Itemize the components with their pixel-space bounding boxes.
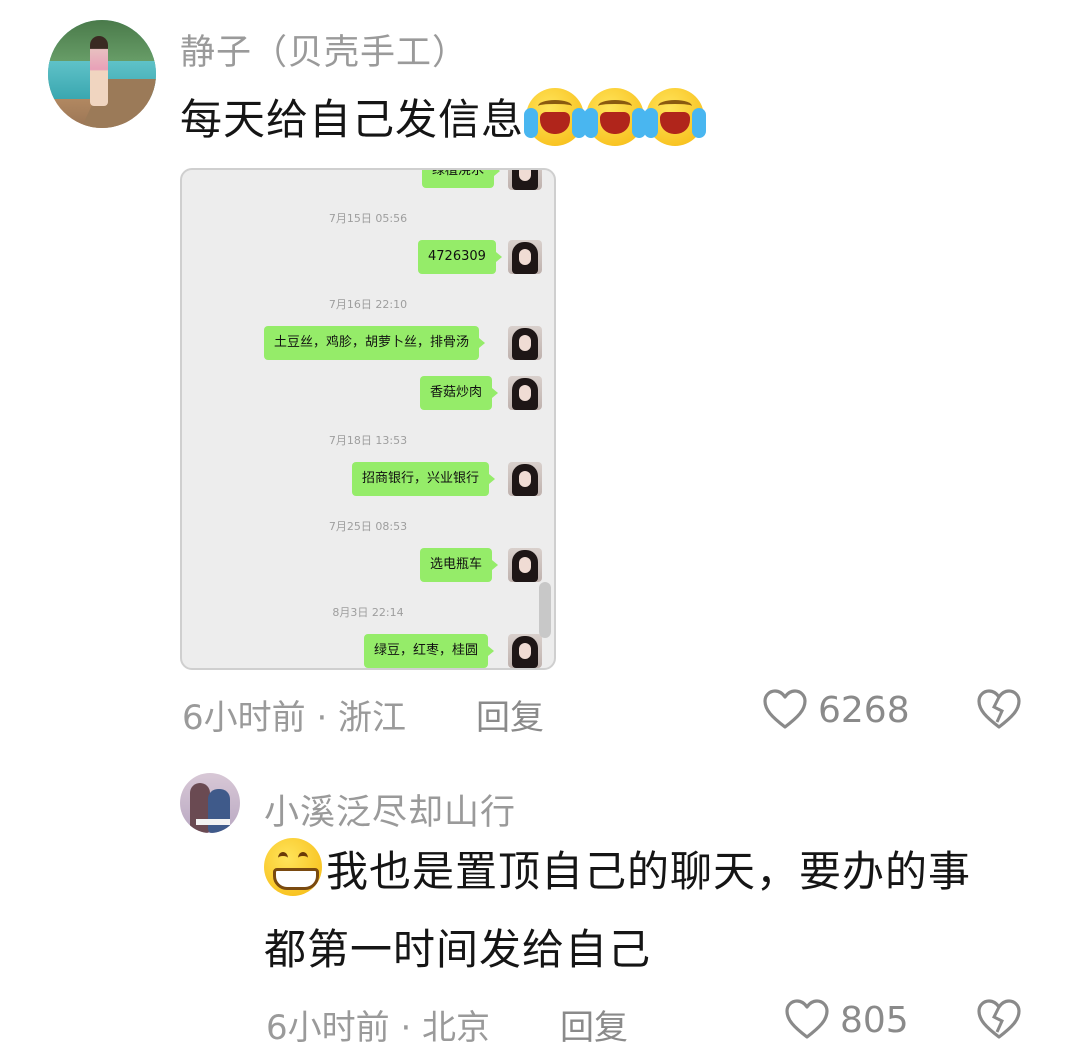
comment-username[interactable]: 静子（贝壳手工） [180,24,468,75]
avatar[interactable] [180,773,240,833]
chat-bubble: 绿豆，红枣，桂圆 [364,634,495,668]
comment-text-line1: 我也是置顶自己的聊天，要办的事 [326,847,972,896]
avatar-figure [208,789,230,833]
chat-bubble: 招商银行，兴业银行 [352,462,496,496]
comment-username[interactable]: 小溪泛尽却山行 [264,784,516,835]
chat-scrollbar [539,582,551,638]
chat-bubble: 绿植浇水 [422,170,501,188]
chat-timestamp: 7月15日 05:56 [328,212,408,225]
loudly-crying-face-icon [524,88,587,146]
comment-image-chat-screenshot[interactable]: 绿植浇水 7月15日 05:56 4726309 7月16日 22:10 土豆丝… [180,168,556,670]
chat-avatar [508,462,542,496]
grinning-face-icon [264,838,322,896]
chat-bubble: 土豆丝，鸡胗，胡萝卜丝，排骨汤 [264,326,486,360]
comment-meta: 6小时前 · 浙江 [182,698,407,738]
loudly-crying-face-icon [644,88,707,146]
comment-text: 每天给自己发信息 [180,82,707,158]
avatar-caption-bar [196,819,230,825]
avatar-person [90,36,108,106]
like-count: 805 [840,1000,909,1041]
comment-text-content: 每天给自己发信息 [180,95,525,144]
chat-bubble: 选电瓶车 [420,548,499,582]
chat-timestamp: 7月16日 22:10 [328,298,408,311]
comment-text: 我也是置顶自己的聊天，要办的事 [264,834,971,910]
chat-avatar [508,240,542,274]
chat-timestamp: 8月3日 22:14 [332,606,404,619]
chat-avatar [508,548,542,582]
dislike-broken-heart-icon[interactable] [976,998,1022,1040]
heart-icon[interactable] [784,998,830,1040]
chat-avatar [508,634,542,668]
chat-bubble: 香菇炒肉 [420,376,499,410]
heart-icon[interactable] [762,688,808,730]
chat-avatar [508,376,542,410]
like-count: 6268 [818,690,910,731]
chat-avatar [508,170,542,190]
reply-button[interactable]: 回复 [476,690,544,739]
chat-bubble: 4726309 [418,240,502,274]
dislike-broken-heart-icon[interactable] [976,688,1022,730]
avatar[interactable] [48,20,156,128]
comment-text-line2: 都第一时间发给自己 [264,925,652,974]
chat-timestamp: 7月18日 13:53 [328,434,408,447]
chat-timestamp: 7月25日 08:53 [328,520,408,533]
avatar-figure [190,783,210,833]
loudly-crying-face-icon [584,88,647,146]
chat-avatar [508,326,542,360]
